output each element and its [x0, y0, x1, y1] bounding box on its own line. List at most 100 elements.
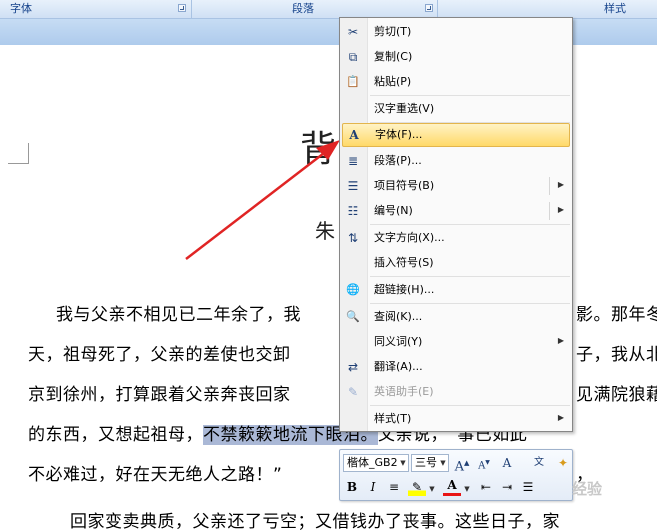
- decrease-indent-icon: ⇤: [480, 480, 492, 494]
- mini-toolbar: 楷体_GB2 ▼ 三号 ▼ A▲ A▼ A 文 ✦ B I ≡ ✎ ▼ A ▼ …: [339, 449, 573, 501]
- menu-separator: [370, 276, 570, 277]
- font-size-combo[interactable]: 三号 ▼: [411, 454, 449, 472]
- text-line: 京到徐州，打算跟着父亲奔丧回家: [28, 385, 291, 405]
- menu-item-label: 文字方向(X)...: [374, 231, 445, 244]
- menu-item-paragraph[interactable]: ≣ 段落(P)...: [340, 149, 572, 173]
- text-line-tail: 见满院狼藉: [576, 385, 657, 405]
- highlight-button[interactable]: ✎: [408, 478, 426, 496]
- menu-item-text-direction[interactable]: ⇅ 文字方向(X)...: [340, 226, 572, 250]
- decrease-indent-button[interactable]: ⇤: [477, 478, 495, 496]
- paragraph-group-label: 段落: [292, 2, 314, 15]
- font-color-icon: A: [447, 478, 457, 492]
- increase-indent-button[interactable]: ⇥: [498, 478, 516, 496]
- text-line-tail: 影。那年冬: [576, 305, 657, 325]
- bold-icon: B: [346, 480, 358, 494]
- menu-item-lookup[interactable]: 🔍 查阅(K)...: [340, 305, 572, 329]
- highlight-dropdown[interactable]: ▼: [428, 480, 436, 498]
- menu-item-label: 剪切(T): [374, 25, 412, 38]
- format-painter-button[interactable]: ✦: [554, 454, 572, 472]
- align-center-icon: ≡: [388, 480, 400, 494]
- menu-item-bullets[interactable]: ☰ 项目符号(B) ▶: [340, 174, 572, 198]
- styles-group: 样式: [438, 0, 657, 18]
- text-line: 我与父亲不相见已二年余了，我: [56, 305, 301, 325]
- menu-item-label: 超链接(H)...: [374, 283, 435, 296]
- text-line: 不必难过，好在天无绝人之路！”: [28, 465, 283, 485]
- menu-item-translate[interactable]: ⇄ 翻译(A)...: [340, 355, 572, 379]
- menu-separator: [370, 95, 570, 96]
- menu-item-label: 字体(F)...: [375, 128, 423, 141]
- menu-separator: [370, 303, 570, 304]
- text-line-start: 的东西，又想起祖母，: [28, 425, 203, 445]
- menu-item-synonyms[interactable]: 同义词(Y) ▶: [340, 330, 572, 354]
- watermark-text: 经验: [572, 480, 603, 498]
- font-color-dropdown[interactable]: ▼: [463, 480, 471, 498]
- text-line: 天，祖母死了，父亲的差使也交卸: [28, 345, 291, 365]
- scissors-icon: ✂: [347, 25, 359, 39]
- chevron-down-icon: ▼: [429, 485, 435, 493]
- styles-group-label: 样式: [604, 2, 626, 15]
- font-size-value: 三号: [415, 456, 437, 469]
- menu-item-font[interactable]: A 字体(F)...: [342, 123, 570, 147]
- paragraph-group: 段落: [192, 0, 437, 18]
- english-helper-icon: ✎: [347, 385, 359, 399]
- paragraph-icon: ≣: [347, 154, 359, 168]
- menu-item-label: 编号(N): [374, 204, 413, 217]
- lookup-icon: 🔍: [346, 310, 360, 323]
- copy-icon: ⧉: [348, 50, 358, 64]
- split-divider: [549, 202, 550, 220]
- font-color-button[interactable]: A: [443, 478, 461, 496]
- phonetic-guide-button[interactable]: 文: [530, 454, 548, 472]
- menu-item-label: 粘贴(P): [374, 75, 412, 88]
- text-line: 回家变卖典质，父亲还了亏空；又借钱办了丧事。这些日子，家: [70, 512, 560, 532]
- text-line-tail: 子，我从北: [576, 345, 657, 365]
- font-icon: A: [349, 128, 359, 142]
- menu-item-styles[interactable]: 样式(T) ▶: [340, 407, 572, 431]
- menu-separator: [370, 224, 570, 225]
- menu-item-label: 段落(P)...: [374, 154, 422, 167]
- highlighter-icon: ✎: [411, 480, 423, 494]
- chevron-down-icon: ▼: [440, 459, 446, 467]
- center-align-button[interactable]: ≡: [385, 478, 403, 496]
- menu-item-label: 复制(C): [374, 50, 413, 63]
- document-title: 背: [300, 129, 337, 170]
- phonetic-guide-icon: 文: [534, 457, 544, 468]
- menu-item-label: 翻译(A)...: [374, 360, 423, 373]
- margin-corner-mark: [8, 143, 29, 164]
- menu-item-hyperlink[interactable]: 🌐 超链接(H)...: [340, 278, 572, 302]
- bold-button[interactable]: B: [343, 478, 361, 496]
- text-direction-icon: ⇅: [347, 231, 359, 245]
- menu-item-copy[interactable]: ⧉ 复制(C): [340, 45, 572, 69]
- chevron-down-icon: ▼: [400, 459, 406, 467]
- shrink-font-button[interactable]: A▼: [475, 454, 493, 472]
- bullets-icon: ☰: [347, 179, 359, 193]
- menu-item-paste[interactable]: 📋 粘贴(P): [340, 70, 572, 94]
- menu-item-cut[interactable]: ✂ 剪切(T): [340, 20, 572, 44]
- submenu-arrow-icon: ▶: [557, 180, 564, 189]
- paragraph-dialog-launcher-icon[interactable]: [425, 4, 433, 12]
- font-dialog-launcher-icon[interactable]: [178, 4, 186, 12]
- menu-item-numbering[interactable]: ☷ 编号(N) ▶: [340, 199, 572, 223]
- numbering-icon: ☷: [347, 204, 359, 218]
- menu-item-insert-symbol[interactable]: 插入符号(S): [340, 251, 572, 275]
- context-menu: ✂ 剪切(T) ⧉ 复制(C) 📋 粘贴(P) 汉字重选(V) A 字体(F).…: [339, 17, 573, 432]
- menu-item-label: 项目符号(B): [374, 179, 435, 192]
- menu-item-reconvert[interactable]: 汉字重选(V): [340, 97, 572, 121]
- chevron-down-icon: ▼: [464, 485, 470, 493]
- hyperlink-icon: 🌐: [346, 283, 360, 296]
- menu-item-label: 插入符号(S): [374, 256, 434, 269]
- menu-item-label: 汉字重选(V): [374, 102, 435, 115]
- submenu-arrow-icon: ▶: [557, 205, 564, 214]
- bullets-button[interactable]: ☰: [519, 478, 537, 496]
- font-name-combo[interactable]: 楷体_GB2 ▼: [343, 454, 409, 472]
- text-effects-icon: A: [502, 456, 512, 470]
- menu-item-label: 同义词(Y): [374, 335, 423, 348]
- grow-font-icon: A: [454, 459, 464, 475]
- font-group: 字体: [0, 0, 190, 18]
- menu-separator: [370, 405, 570, 406]
- text-effects-button[interactable]: A: [498, 454, 516, 472]
- increase-indent-icon: ⇥: [501, 480, 513, 494]
- grow-font-button[interactable]: A▲: [453, 454, 471, 475]
- italic-button[interactable]: I: [364, 478, 382, 496]
- menu-item-label: 英语助手(E): [374, 385, 434, 398]
- translate-icon: ⇄: [347, 360, 359, 374]
